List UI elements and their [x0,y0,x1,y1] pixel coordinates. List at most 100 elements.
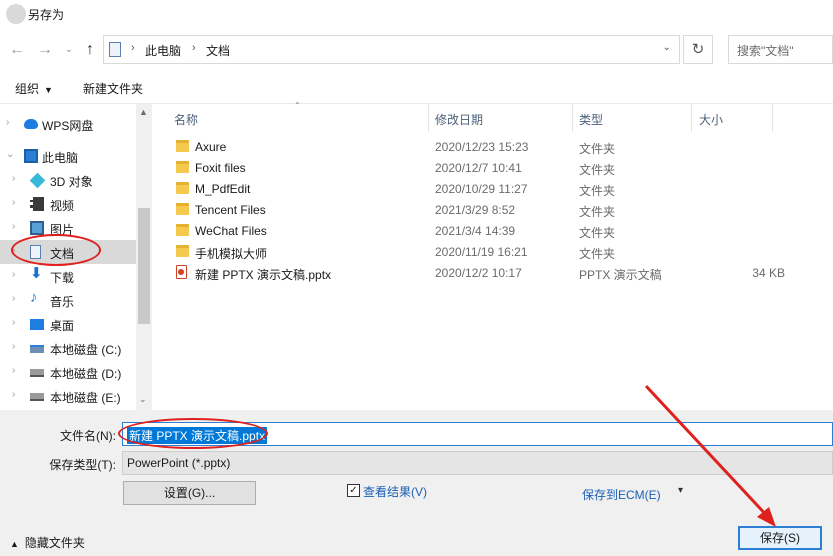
folder-icon [176,203,189,215]
sidebar-item-videos[interactable]: › 视频 [0,192,136,216]
scrollbar-thumb[interactable] [138,208,150,324]
file-date: 2020/10/29 11:27 [435,182,528,196]
sidebar-item-label: 本地磁盘 (D:) [50,367,122,381]
address-dropdown-chevron-icon[interactable]: ⌄ [663,42,671,53]
file-name: Tencent Files [195,203,266,217]
file-row[interactable]: M_PdfEdit 2020/10/29 11:27 文件夹 [172,179,812,200]
file-type: 文件夹 [579,163,616,177]
folder-icon [176,245,189,257]
file-list: ⌃ 名称 修改日期 类型 大小 Axure 2020/12/23 15:23 文… [152,101,833,410]
expand-arrow-icon[interactable]: › [12,197,15,208]
expand-arrow-icon[interactable]: › [12,269,15,280]
ecm-dropdown-caret-icon[interactable]: ▾ [678,485,683,496]
sidebar-item-label: 3D 对象 [50,175,93,189]
sidebar-item-downloads[interactable]: › ⬇ 下载 [0,264,136,288]
app-icon [6,4,26,24]
column-header-type[interactable]: 类型 [579,111,603,128]
document-icon [30,245,41,259]
expand-arrow-icon[interactable]: › [12,173,15,184]
column-header-size[interactable]: 大小 [699,111,723,128]
expand-arrow-icon[interactable]: › [12,245,15,256]
sidebar-item-this-pc[interactable]: ⌄ 此电脑 [0,144,136,168]
breadcrumb-documents[interactable]: 文档 [206,42,230,59]
save-form: 文件名(N): 新建 PPTX 演示文稿.pptx 保存类型(T): Power… [0,410,833,556]
file-row[interactable]: Foxit files 2020/12/7 10:41 文件夹 [172,158,812,179]
file-row[interactable]: 手机模拟大师 2020/11/19 16:21 文件夹 [172,242,812,263]
sidebar-item-drive-e[interactable]: › 本地磁盘 (E:) [0,384,136,408]
sidebar-item-label: 本地磁盘 (C:) [50,343,122,357]
file-row[interactable]: WeChat Files 2021/3/4 14:39 文件夹 [172,221,812,242]
search-input[interactable]: 搜索"文档" [728,35,833,64]
file-type: PPTX 演示文稿 [579,268,662,282]
cloud-icon [24,119,38,129]
file-type: 文件夹 [579,142,616,156]
new-folder-button[interactable]: 新建文件夹 [83,80,143,97]
column-divider[interactable] [428,104,429,132]
expand-arrow-icon[interactable]: › [12,389,15,400]
filename-label: 文件名(N): [60,429,116,443]
file-row[interactable]: Tencent Files 2021/3/29 8:52 文件夹 [172,200,812,221]
filetype-select[interactable]: PowerPoint (*.pptx) [122,451,833,475]
recent-locations-chevron-icon[interactable]: ⌄ [58,39,80,61]
sidebar-item-drive-c[interactable]: › 本地磁盘 (C:) [0,336,136,360]
expand-arrow-icon[interactable]: › [12,317,15,328]
hide-folders-button[interactable]: ▲ 隐藏文件夹 [10,534,85,551]
breadcrumb-separator-icon[interactable]: › [192,42,196,54]
caret-down-icon: ▼ [44,85,53,95]
filename-input[interactable]: 新建 PPTX 演示文稿.pptx [122,422,833,446]
sidebar-item-wps-cloud[interactable]: › WPS网盘 [0,112,136,136]
drive-icon [30,369,44,377]
file-type: 文件夹 [579,205,616,219]
view-result-checkbox[interactable]: ✓ [347,484,360,497]
column-header-name[interactable]: 名称 [174,111,198,128]
drive-c-icon [30,345,44,353]
file-row[interactable]: Axure 2020/12/23 15:23 文件夹 [172,137,812,158]
organize-menu-button[interactable]: 组织 ▼ [15,80,53,97]
collapse-arrow-icon[interactable]: ⌄ [6,149,14,160]
expand-arrow-icon[interactable]: › [12,365,15,376]
breadcrumb-this-pc[interactable]: 此电脑 [145,42,181,59]
sidebar-item-pictures[interactable]: › 图片 [0,216,136,240]
sidebar-item-label: 此电脑 [42,151,79,165]
folder-icon [176,224,189,236]
sidebar-item-label: 视频 [50,199,75,213]
window-title: 另存为 [28,8,65,22]
save-button[interactable]: 保存(S) [738,526,822,550]
file-date: 2020/12/7 10:41 [435,161,522,175]
refresh-icon[interactable]: ↻ [683,35,713,64]
column-divider[interactable] [772,104,773,132]
forward-arrow-icon[interactable]: → [34,39,56,61]
back-arrow-icon[interactable]: ← [6,39,28,61]
column-header-date[interactable]: 修改日期 [435,111,483,128]
expand-arrow-icon[interactable]: › [6,117,9,128]
scroll-up-arrow-icon[interactable]: ▲ [139,107,148,117]
sidebar-item-3d-objects[interactable]: › 3D 对象 [0,168,136,192]
view-result-label[interactable]: 查看结果(V) [363,483,427,500]
column-divider[interactable] [572,104,573,132]
up-arrow-icon[interactable]: ↑ [79,39,101,61]
video-icon [30,197,44,211]
scroll-down-arrow-icon[interactable]: ⌄ [139,394,147,405]
sidebar-item-music[interactable]: › ♪ 音乐 [0,288,136,312]
filename-value: 新建 PPTX 演示文稿.pptx [127,427,268,444]
picture-icon [30,221,44,235]
address-bar[interactable]: › 此电脑 › 文档 ⌄ [103,35,680,64]
file-name: Axure [195,140,227,154]
sidebar-item-label: 桌面 [50,319,75,333]
breadcrumb-separator-icon[interactable]: › [131,42,135,54]
column-divider[interactable] [691,104,692,132]
sidebar-item-desktop[interactable]: › 桌面 [0,312,136,336]
file-date: 2021/3/4 14:39 [435,224,516,238]
file-row[interactable]: 新建 PPTX 演示文稿.pptx 2020/12/2 10:17 PPTX 演… [172,263,812,284]
sidebar-item-drive-d[interactable]: › 本地磁盘 (D:) [0,360,136,384]
save-to-ecm-link[interactable]: 保存到ECM(E) [582,486,661,503]
expand-arrow-icon[interactable]: › [12,341,15,352]
sidebar-scrollbar[interactable]: ▲ ⌄ [136,104,152,410]
folder-icon [176,161,189,173]
sidebar-item-documents[interactable]: › 文档 [0,240,136,264]
expand-arrow-icon[interactable]: › [12,293,15,304]
settings-button[interactable]: 设置(G)... [123,481,256,505]
file-type: 文件夹 [579,184,616,198]
pptx-file-icon [176,265,187,279]
expand-arrow-icon[interactable]: › [12,221,15,232]
